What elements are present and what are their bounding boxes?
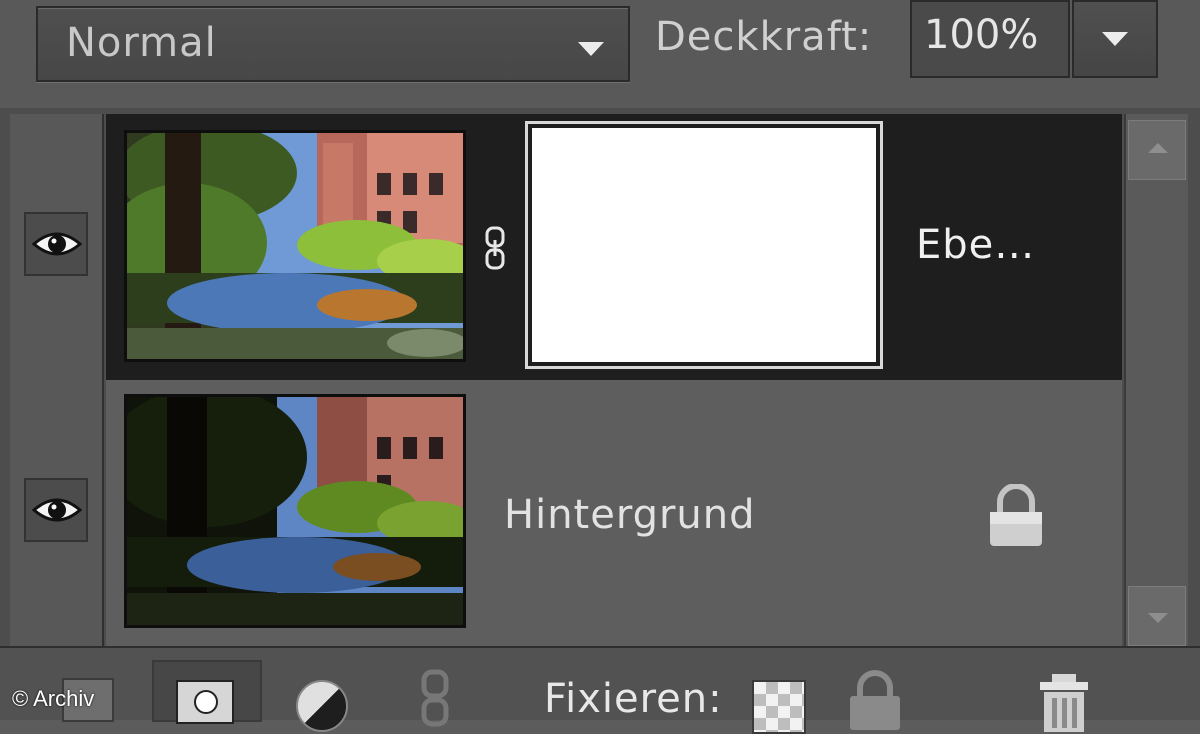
- lock-all-icon[interactable]: [846, 670, 904, 730]
- opacity-value: 100%: [924, 12, 1039, 58]
- layer-thumbnail[interactable]: [124, 394, 466, 628]
- opacity-slider-button[interactable]: [1072, 0, 1158, 78]
- layer-body[interactable]: Hintergrund: [106, 380, 1122, 646]
- lock-label: Fixieren:: [544, 676, 723, 722]
- visibility-toggle[interactable]: [24, 478, 88, 542]
- opacity-label: Deckkraft:: [655, 14, 873, 60]
- layer-body[interactable]: Ebe…: [106, 114, 1122, 380]
- opacity-input[interactable]: 100%: [910, 0, 1070, 78]
- arrow-down-icon: [1148, 613, 1168, 623]
- link-layers-icon[interactable]: [414, 668, 456, 728]
- layers-panel: Ebe… Hintergrund: [0, 108, 1200, 646]
- layers-bottom-toolbar: Fixieren:: [0, 646, 1200, 734]
- eye-icon: [32, 232, 82, 256]
- add-mask-icon: [176, 680, 234, 724]
- layer-thumbnail[interactable]: [124, 130, 466, 362]
- chain-link-icon[interactable]: [483, 226, 507, 270]
- blend-mode-dropdown[interactable]: Normal: [36, 6, 630, 82]
- scroll-down-button[interactable]: [1128, 586, 1186, 646]
- park-photo-thumbnail: [127, 133, 463, 359]
- chevron-down-icon: [578, 42, 604, 56]
- adjustment-layer-button[interactable]: [296, 680, 348, 732]
- copyright-watermark: © Archiv: [12, 686, 95, 711]
- layer-options-bar: Normal Deckkraft: 100%: [0, 0, 1200, 108]
- eye-icon: [32, 498, 82, 522]
- layer-row[interactable]: Hintergrund: [10, 380, 1122, 646]
- layers-scrollbar[interactable]: [1124, 114, 1188, 646]
- visibility-column: [10, 380, 104, 646]
- scroll-up-button[interactable]: [1128, 120, 1186, 180]
- lock-transparency-button[interactable]: [752, 680, 806, 734]
- layer-name[interactable]: Ebe…: [916, 222, 1035, 268]
- add-mask-button[interactable]: [152, 660, 262, 724]
- park-photo-thumbnail-dark: [127, 397, 463, 625]
- arrow-up-icon: [1148, 143, 1168, 153]
- visibility-column: [10, 114, 104, 380]
- blend-mode-value: Normal: [66, 20, 217, 66]
- trash-icon[interactable]: [1036, 672, 1092, 732]
- visibility-toggle[interactable]: [24, 212, 88, 276]
- layer-name[interactable]: Hintergrund: [504, 492, 756, 538]
- lock-icon: [990, 484, 1042, 546]
- chevron-down-icon: [1102, 32, 1128, 46]
- layer-mask-thumbnail[interactable]: [525, 121, 883, 369]
- layer-row[interactable]: Ebe…: [10, 114, 1122, 380]
